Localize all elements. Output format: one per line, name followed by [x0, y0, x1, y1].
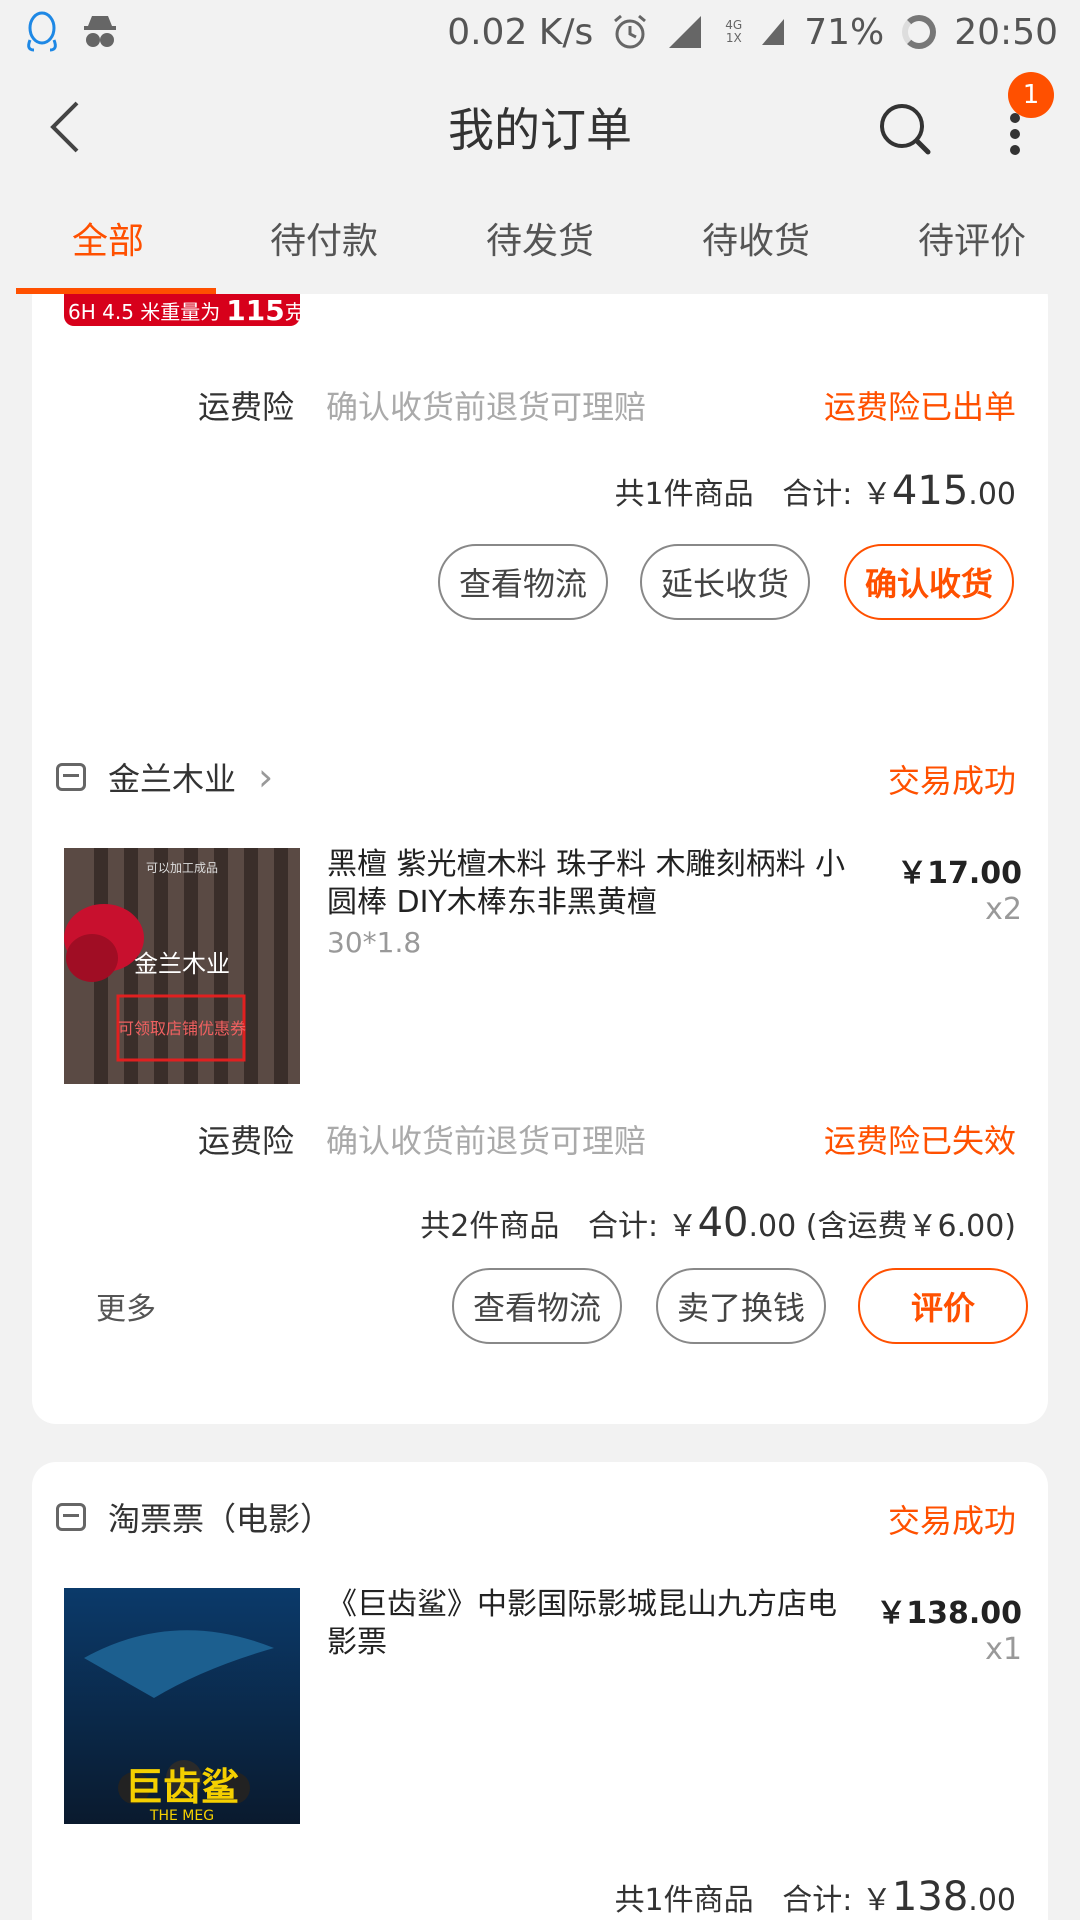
product-spec: 30*1.8 — [327, 926, 422, 959]
svg-text:金兰木业: 金兰木业 — [134, 950, 230, 978]
shop-icon — [56, 1503, 86, 1531]
shop-header[interactable]: 金兰木业 › — [56, 752, 273, 802]
battery-percent: 71% — [804, 11, 885, 53]
tab-pending-payment[interactable]: 待付款 — [216, 194, 432, 294]
tab-pending-receipt[interactable]: 待收货 — [648, 194, 864, 294]
order-status: 交易成功 — [887, 1502, 1016, 1540]
product-price: ￥138.00 — [876, 1596, 1022, 1631]
order-list[interactable]: 6H 4.5 米重量为 115 克 运费险 确认收货前退货可理赔 运费险已出单 … — [0, 294, 1080, 1920]
tab-all[interactable]: 全部 — [0, 194, 216, 294]
search-button[interactable] — [870, 94, 940, 164]
order-summary: 共2件商品 合计: ￥40.00 (含运费￥6.00) — [420, 1200, 1016, 1246]
status-bar: 0.02 K/s 4G 1X 71% 20:50 — [0, 0, 1080, 64]
shipping-insurance-desc: 确认收货前退货可理赔 — [326, 388, 647, 426]
order-card: 淘票票（电影） 交易成功 巨齿鲨 THE MEG 《巨齿鲨》中影国际影城昆山九方… — [32, 1462, 1048, 1920]
clock: 20:50 — [954, 11, 1058, 53]
order-card: 金兰木业 › 交易成功 金兰木业 可以加工成品 可领取店铺优惠券 黑檀 紫光檀木… — [32, 722, 1048, 1424]
search-icon — [880, 104, 931, 155]
svg-text:巨齿鲨: 巨齿鲨 — [125, 1765, 239, 1809]
chevron-right-icon: › — [258, 755, 274, 799]
resell-button[interactable]: 卖了换钱 — [656, 1268, 826, 1344]
network-type-badge: 4G 1X — [725, 18, 743, 45]
qq-icon — [27, 11, 57, 52]
tab-pending-shipment[interactable]: 待发货 — [432, 194, 648, 294]
shipping-insurance-desc: 确认收货前退货可理赔 — [326, 1122, 647, 1160]
order-status: 交易成功 — [887, 762, 1016, 800]
svg-text:可领取店铺优惠券: 可领取店铺优惠券 — [118, 1019, 246, 1038]
tab-pending-review[interactable]: 待评价 — [864, 194, 1080, 294]
product-title[interactable]: 《巨齿鲨》中影国际影城昆山九方店电影票 — [327, 1586, 847, 1662]
shop-name: 金兰木业 — [108, 760, 237, 798]
review-button[interactable]: 评价 — [858, 1268, 1028, 1344]
product-price: ￥17.00 — [897, 856, 1022, 891]
shop-name: 淘票票（电影） — [108, 1500, 333, 1538]
shipping-insurance-status: 运费险已失效 — [823, 1122, 1016, 1160]
order-tabs: 全部 待付款 待发货 待收货 待评价 — [0, 194, 1080, 294]
incognito-icon — [84, 16, 116, 47]
alarm-icon — [614, 14, 647, 49]
product-image: 金兰木业 可以加工成品 可领取店铺优惠券 — [64, 848, 300, 1084]
signal-icon — [669, 16, 702, 48]
order-summary: 共1件商品 合计: ￥138.00 — [614, 1874, 1016, 1920]
battery-icon — [902, 15, 937, 49]
shipping-insurance-status: 运费险已出单 — [823, 388, 1016, 426]
shipping-insurance-label: 运费险 — [198, 388, 295, 426]
product-title[interactable]: 黑檀 紫光檀木料 珠子料 木雕刻柄料 小圆棒 DIY木棒东非黑黄檀 — [327, 846, 847, 922]
product-quantity: x1 — [985, 1632, 1022, 1667]
extend-receipt-button[interactable]: 延长收货 — [640, 544, 810, 620]
product-thumbnail[interactable]: 巨齿鲨 THE MEG — [64, 1588, 300, 1824]
svg-text:可以加工成品: 可以加工成品 — [146, 861, 218, 875]
view-logistics-button[interactable]: 查看物流 — [452, 1268, 622, 1344]
movie-poster-image: 巨齿鲨 THE MEG — [64, 1588, 300, 1824]
signal-icon-2 — [762, 19, 785, 45]
product-quantity: x2 — [985, 892, 1022, 927]
notification-badge: 1 — [1008, 72, 1054, 118]
svg-text:THE MEG: THE MEG — [149, 1808, 214, 1824]
order-summary: 共1件商品 合计: ￥415.00 — [614, 468, 1016, 514]
view-logistics-button[interactable]: 查看物流 — [438, 544, 608, 620]
shipping-insurance-label: 运费险 — [198, 1122, 295, 1160]
shop-header[interactable]: 淘票票（电影） — [56, 1492, 332, 1542]
net-speed: 0.02 K/s — [447, 11, 594, 53]
product-image-partial[interactable]: 6H 4.5 米重量为 115 克 — [64, 294, 300, 326]
shop-icon — [56, 763, 86, 791]
product-thumbnail[interactable]: 金兰木业 可以加工成品 可领取店铺优惠券 — [64, 848, 300, 1084]
more-button[interactable]: 更多 — [96, 1284, 156, 1328]
nav-bar: 我的订单 1 — [0, 64, 1080, 194]
confirm-receipt-button[interactable]: 确认收货 — [844, 544, 1014, 620]
